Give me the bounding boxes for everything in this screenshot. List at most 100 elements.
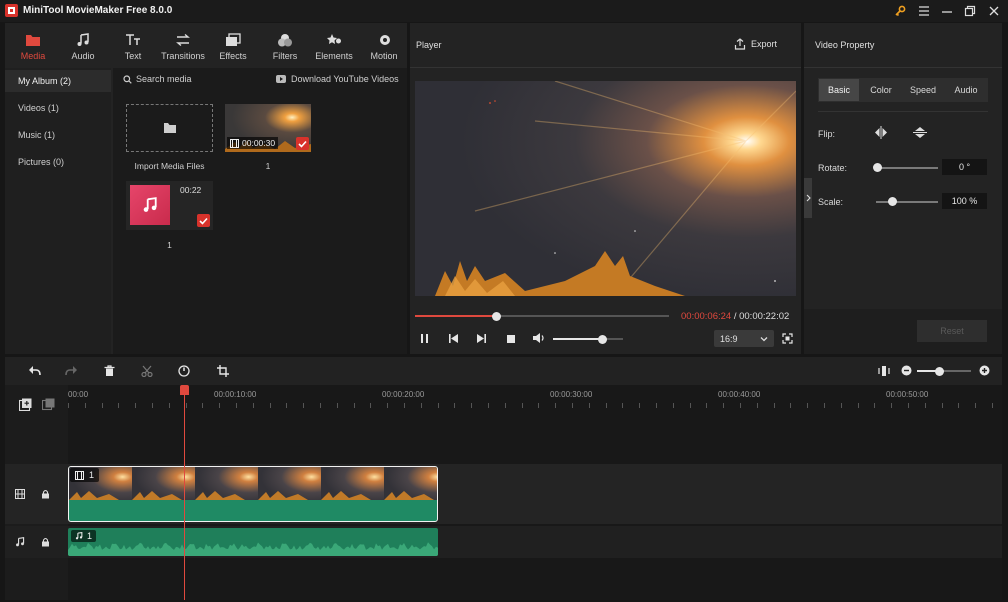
audio-clip[interactable]: 1 [68, 528, 438, 556]
tool-filters[interactable]: Filters [258, 31, 312, 71]
ruler-tick [454, 403, 456, 408]
redo-button[interactable] [65, 365, 78, 378]
ruler-label: 00:00:30:00 [550, 390, 593, 399]
fullscreen-icon [782, 333, 793, 344]
sidebar-item-music[interactable]: Music (1) [5, 124, 111, 146]
progress-fill [415, 315, 497, 317]
next-frame-button[interactable] [476, 333, 487, 346]
ruler-tick [404, 403, 405, 408]
delete-button[interactable] [104, 365, 115, 379]
previous-frame-button[interactable] [448, 333, 459, 346]
ruler-tick [874, 403, 876, 408]
tab-speed[interactable]: Speed [903, 79, 943, 101]
ruler-tick [303, 403, 305, 408]
ruler-tick [622, 403, 624, 408]
motion-icon [376, 31, 392, 49]
download-youtube-button[interactable]: Download YouTube Videos [276, 74, 399, 84]
playhead-handle[interactable] [180, 385, 189, 395]
tool-text[interactable]: Text [106, 31, 160, 71]
tab-basic[interactable]: Basic [819, 79, 859, 101]
stop-button[interactable] [506, 334, 516, 346]
timeline-panel: 00:00 00:00:10:00 00:00:20:00 00:00:30:0… [5, 357, 1002, 600]
add-track-button[interactable] [18, 398, 32, 413]
collapse-panel-button[interactable] [804, 178, 812, 218]
search-media[interactable]: Search media [123, 74, 192, 84]
lock-icon[interactable] [41, 489, 50, 501]
playhead-line [184, 385, 185, 600]
player-title: Player [416, 40, 442, 50]
volume-slider[interactable] [553, 334, 623, 344]
scale-slider[interactable] [876, 201, 938, 203]
tab-color[interactable]: Color [861, 79, 901, 101]
split-button[interactable] [141, 365, 153, 379]
ruler-tick [706, 403, 708, 408]
minimize-icon[interactable] [936, 2, 958, 20]
volume-handle[interactable] [597, 334, 607, 344]
rotate-slider[interactable] [876, 167, 938, 169]
flip-vertical-button[interactable] [913, 126, 927, 141]
video-thumbnail[interactable]: 00:00:30 [225, 104, 311, 152]
video-clip[interactable]: 1 [68, 466, 438, 522]
rotate-value-input[interactable]: 0 ° [942, 159, 987, 175]
ruler-tick [471, 403, 473, 408]
tool-effects[interactable]: Effects [206, 31, 260, 71]
undo-button[interactable] [28, 365, 41, 378]
close-icon[interactable] [983, 2, 1005, 20]
pause-button[interactable] [419, 333, 430, 346]
time-separator: / [731, 311, 740, 322]
audio-thumbnail[interactable]: 00:22 [126, 181, 213, 230]
folder-icon [25, 31, 41, 49]
lock-icon[interactable] [41, 537, 50, 549]
waveform-shape [68, 542, 438, 556]
tool-transitions[interactable]: Transitions [156, 31, 210, 71]
zoom-out-button[interactable] [901, 365, 912, 378]
divider [410, 67, 801, 68]
sidebar-item-pictures[interactable]: Pictures (0) [5, 151, 111, 173]
flip-horizontal-button[interactable] [874, 126, 888, 141]
zoom-in-button[interactable] [979, 365, 990, 378]
fullscreen-button[interactable] [782, 333, 793, 346]
music-note-icon [143, 197, 157, 212]
tool-elements[interactable]: Elements [307, 31, 361, 71]
ruler-tick [118, 403, 120, 408]
video-preview [415, 81, 796, 296]
tab-audio[interactable]: Audio [946, 79, 986, 101]
tool-audio[interactable]: Audio [56, 31, 110, 71]
reset-button[interactable]: Reset [917, 320, 987, 342]
scale-handle[interactable] [888, 197, 897, 206]
tool-media[interactable]: Media [6, 31, 60, 71]
zoom-slider[interactable] [917, 366, 971, 376]
checkmark-icon[interactable] [197, 214, 210, 227]
scale-value-input[interactable]: 100 % [942, 193, 987, 209]
ruler-tick [84, 403, 86, 408]
volume-button[interactable] [532, 332, 546, 346]
ruler-tick [370, 403, 372, 408]
clip-filmstrip [69, 467, 437, 500]
track-settings-button[interactable] [41, 398, 55, 413]
tool-label: Motion [370, 51, 398, 61]
ruler-tick [353, 403, 355, 408]
zoom-handle[interactable] [935, 366, 944, 376]
ruler-tick [941, 403, 943, 408]
rotate-handle[interactable] [873, 163, 882, 172]
restore-icon[interactable] [959, 2, 981, 20]
progress-track[interactable] [415, 311, 669, 321]
tool-motion[interactable]: Motion [357, 31, 411, 71]
progress-handle[interactable] [491, 311, 501, 321]
ruler-tick [672, 403, 674, 408]
fit-timeline-button[interactable] [878, 365, 890, 379]
checkmark-icon[interactable] [296, 137, 309, 150]
speed-button[interactable] [178, 365, 190, 379]
timeline-ruler[interactable] [68, 385, 1002, 413]
aspect-ratio-select[interactable]: 16:9 [714, 330, 774, 347]
sidebar-item-videos[interactable]: Videos (1) [5, 97, 111, 119]
import-media-button[interactable] [126, 104, 213, 152]
ruler-tick [168, 403, 170, 408]
crop-button[interactable] [217, 365, 229, 379]
tool-label: Transitions [161, 51, 205, 61]
sidebar-item-my-album[interactable]: My Album (2) [5, 70, 111, 92]
ruler-label: 00:00:10:00 [214, 390, 257, 399]
key-icon[interactable] [889, 2, 911, 20]
menu-icon[interactable] [913, 2, 935, 20]
export-button[interactable]: Export [734, 38, 777, 50]
